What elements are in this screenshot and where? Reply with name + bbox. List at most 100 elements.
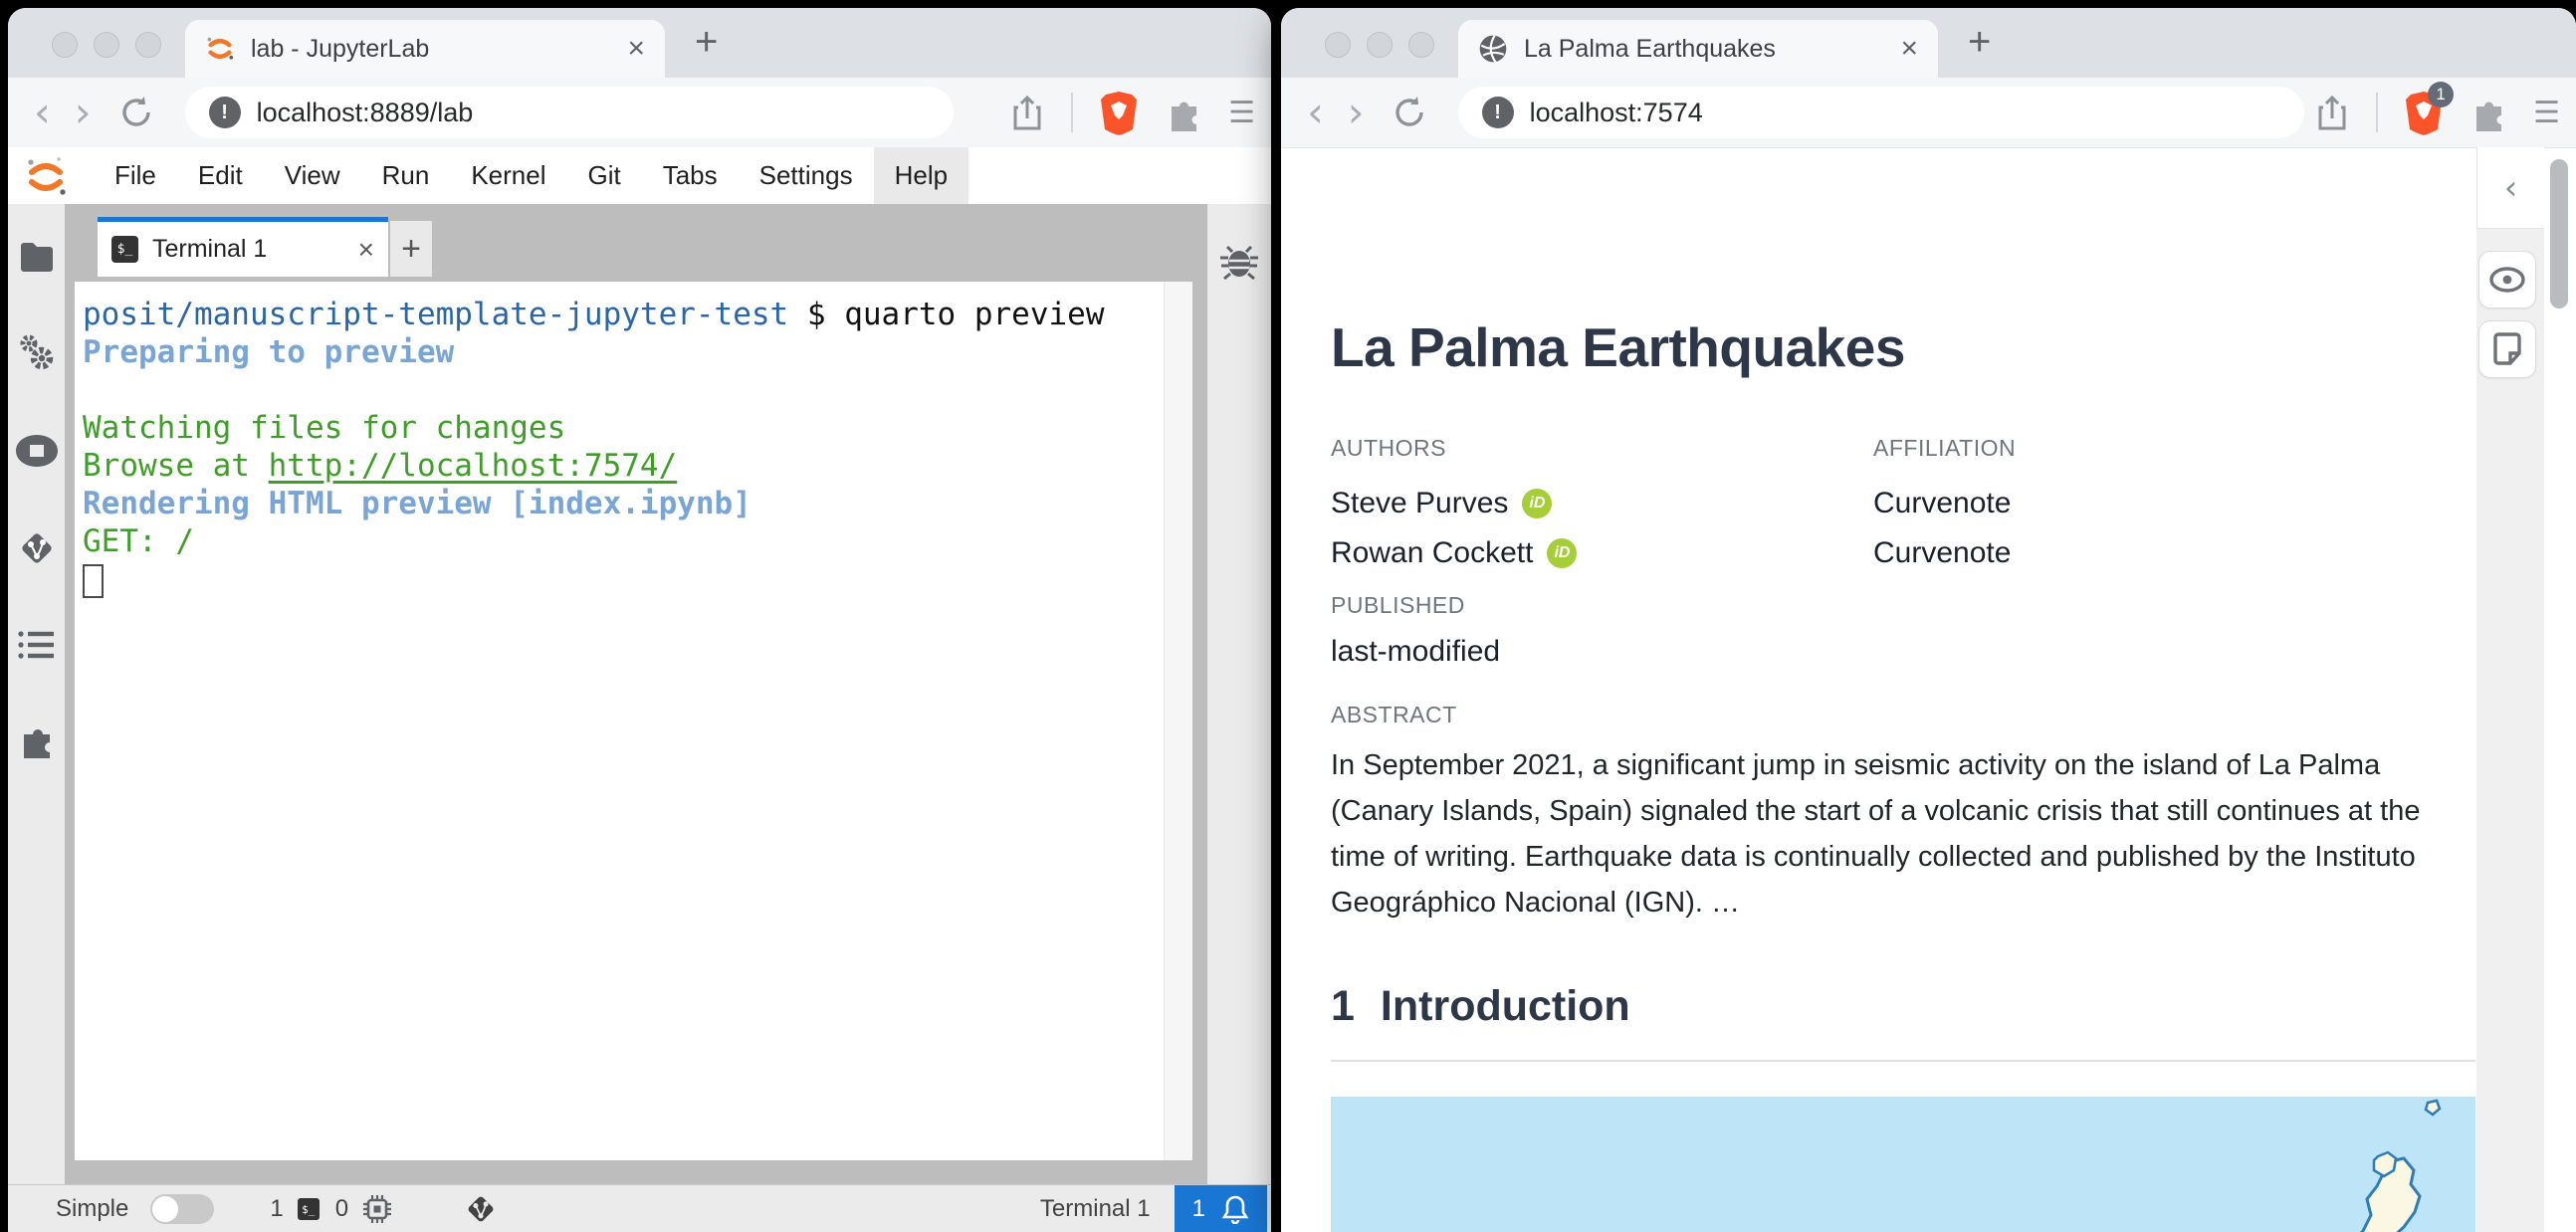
reload-button[interactable] [1391,94,1428,131]
site-info-icon[interactable]: ! [208,97,241,128]
back-button[interactable]: ‹ [34,92,51,133]
share-icon[interactable] [2314,93,2350,132]
terminal-line-preparing: Preparing to preview [83,334,455,370]
annotations-button[interactable] [2478,320,2536,378]
page-scrollbar[interactable] [2550,159,2568,308]
author-row: Steve Purves iD [1331,479,1873,528]
extensions-puzzle-icon[interactable] [2469,94,2507,131]
brave-shield-icon[interactable] [1099,90,1139,135]
browser-tab-lapalma[interactable]: La Palma Earthquakes × [1458,20,1938,78]
chevron-left-icon: ‹ [2503,167,2518,208]
git-status-icon[interactable] [464,1192,498,1226]
author-affiliation: Curvenote [1873,487,2012,519]
new-tab-button[interactable]: + [695,20,718,65]
frontmatter-block: AUTHORS Steve Purves iD Rowan Cockett iD… [1331,435,2016,578]
note-icon [2493,332,2521,365]
manuscript-preview: La Palma Earthquakes AUTHORS Steve Purve… [1281,148,2476,1232]
kernels-count: 0 [334,1195,349,1222]
browser-menu-icon[interactable]: ☰ [2533,96,2560,130]
address-bar[interactable]: ! localhost:8889/lab [184,87,954,138]
map-water [1331,1097,2475,1232]
section-number: 1 [1331,982,1355,1030]
affiliation-label: AFFILIATION [1873,435,2017,461]
new-tab-button[interactable]: + [1968,20,1991,65]
orcid-icon[interactable]: iD [1522,489,1553,518]
url-text[interactable]: localhost:7574 [1530,98,1703,128]
menu-run[interactable]: Run [361,147,451,204]
orcid-icon[interactable]: iD [1547,538,1578,568]
url-text[interactable]: localhost:8889/lab [257,98,474,128]
debugger-bug-icon[interactable] [1219,244,1259,280]
published-value: last-modified [1331,635,1501,668]
window-controls[interactable] [1325,32,1434,58]
jupyterlab-browser-window: lab - JupyterLab × + ‹ › ! localhost:888… [8,8,1271,1232]
terminal-line-rendering: Rendering HTML preview [index.ipynb] [83,486,751,521]
preview-url-link[interactable]: http://localhost:7574/ [269,448,678,484]
jupyterlab-right-sidebar [1207,204,1271,1184]
jupyter-logo [28,156,66,195]
menu-view[interactable]: View [264,147,361,204]
site-info-icon[interactable]: ! [1481,97,1514,128]
notifications-badge[interactable]: 1 [1174,1185,1267,1232]
tab-close-icon[interactable]: × [1888,32,1918,66]
browser-menu-icon[interactable]: ☰ [1228,96,1255,130]
simple-mode-label: Simple [56,1195,129,1222]
close-window-button[interactable] [52,32,78,58]
share-icon[interactable] [1009,93,1045,132]
menu-settings[interactable]: Settings [739,147,874,204]
close-window-button[interactable] [1325,32,1351,58]
browser-tab-jupyterlab[interactable]: lab - JupyterLab × [185,20,665,78]
shield-count-badge: 1 [2428,82,2455,107]
globe-favicon [1479,35,1507,63]
current-activity-label[interactable]: Terminal 1 [1040,1195,1151,1223]
tab-close-icon[interactable]: × [615,32,645,66]
minimize-window-button[interactable] [94,32,119,58]
simple-mode-toggle[interactable] [150,1194,215,1224]
terminal-line-get: GET: / [83,523,194,559]
menu-edit[interactable]: Edit [177,147,264,204]
terminal-output[interactable]: posit/manuscript-template-jupyter-test $… [83,296,1159,598]
canary-islands-map [1331,1097,2475,1232]
file-browser-icon[interactable] [19,242,55,272]
property-inspector-gears-icon[interactable] [17,333,57,373]
running-sessions-icon[interactable] [15,435,58,467]
terminal-line-watching: Watching files for changes [83,410,566,446]
jupyterlab-dock: $_ Terminal 1 × + posit/manuscript-templ… [8,204,1271,1184]
table-of-contents-icon[interactable] [17,630,56,660]
terminals-count-icon: $_ [297,1198,320,1220]
toolbar-separator [1071,93,1074,132]
terminal-command: $ quarto preview [788,297,1105,332]
reload-button[interactable] [117,94,155,131]
page-title: La Palma Earthquakes [1331,316,1905,378]
jupyter-favicon [207,37,234,60]
forward-button[interactable]: › [1348,92,1365,133]
minimize-window-button[interactable] [1367,32,1393,58]
window-controls[interactable] [52,32,161,58]
preview-side-panel [2476,229,2544,1232]
back-button[interactable]: ‹ [1307,92,1324,133]
zoom-window-button[interactable] [135,32,161,58]
address-bar[interactable]: ! localhost:7574 [1457,87,2304,138]
menu-file[interactable]: File [94,147,177,204]
collapse-panel-button[interactable]: ‹ [2476,147,2544,229]
extension-manager-icon[interactable] [18,721,56,759]
jupyterlab-menubar: File Edit View Run Kernel Git Tabs Setti… [8,147,1271,205]
terminal-scrollbar[interactable] [1164,282,1192,1160]
toggle-visibility-button[interactable] [2478,251,2536,308]
forward-button[interactable]: › [75,92,92,133]
browser-tabstrip: lab - JupyterLab × + [8,8,1271,78]
zoom-window-button[interactable] [1408,32,1434,58]
author-row: Rowan Cockett iD [1331,528,1873,578]
terminal-tab-label: Terminal 1 [152,235,268,263]
menu-tabs[interactable]: Tabs [642,147,739,204]
add-dock-tab-button[interactable]: + [390,221,432,277]
jupyterlab-left-sidebar [8,204,65,1184]
terminal-dock-tab[interactable]: $_ Terminal 1 × [98,217,388,277]
git-icon[interactable] [17,528,57,568]
menu-kernel[interactable]: Kernel [450,147,566,204]
bell-icon [1221,1195,1249,1224]
extensions-puzzle-icon[interactable] [1165,94,1202,131]
menu-help[interactable]: Help [873,147,969,204]
menu-git[interactable]: Git [566,147,641,204]
terminal-tab-close-icon[interactable]: × [358,234,374,266]
